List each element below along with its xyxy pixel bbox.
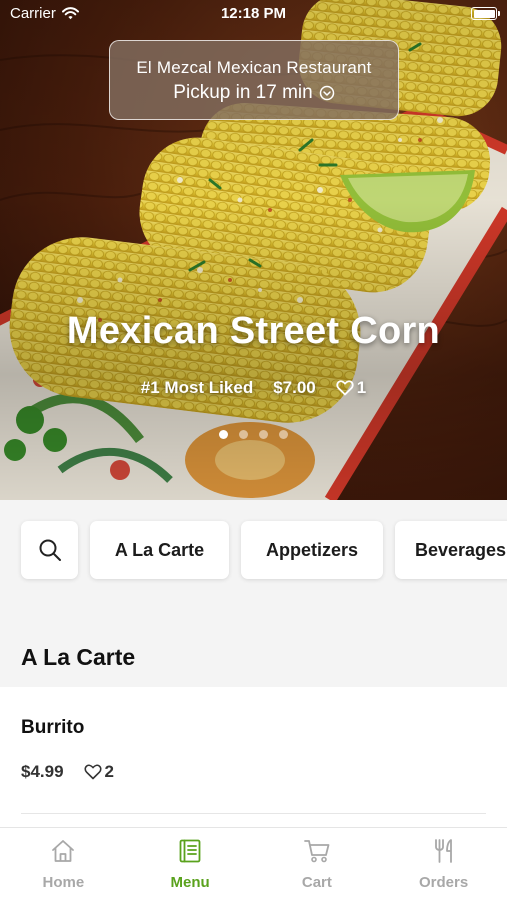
search-button[interactable] bbox=[21, 521, 78, 579]
featured-carousel[interactable]: Carrier 12:18 PM El Mezcal Mexican Resta… bbox=[0, 0, 507, 500]
item-divider bbox=[21, 813, 486, 814]
dish-rank: #1 Most Liked bbox=[140, 378, 254, 397]
tab-orders-label: Orders bbox=[419, 874, 469, 891]
search-icon bbox=[39, 539, 61, 561]
category-beverages[interactable]: Beverages bbox=[395, 521, 507, 579]
heart-icon bbox=[84, 764, 102, 780]
tab-cart[interactable]: Cart bbox=[254, 828, 381, 900]
tab-cart-label: Cart bbox=[301, 874, 332, 891]
pickup-time: Pickup in 17 min bbox=[110, 82, 398, 104]
menu-item-price: $4.99 bbox=[21, 762, 64, 781]
dish-like-count[interactable]: 1 bbox=[336, 378, 366, 398]
carousel-dot[interactable] bbox=[239, 430, 248, 439]
status-bar: Carrier 12:18 PM bbox=[0, 0, 507, 28]
tab-menu[interactable]: Menu bbox=[127, 828, 254, 900]
cart-icon bbox=[303, 840, 330, 863]
menu-item-likes-value: 2 bbox=[104, 762, 115, 781]
fork-knife-icon bbox=[434, 839, 452, 863]
dish-likes-value: 1 bbox=[356, 378, 367, 397]
status-time: 12:18 PM bbox=[220, 5, 287, 22]
menu-item-meta: $4.99 2 bbox=[21, 762, 114, 782]
pickup-selector[interactable]: El Mezcal Mexican Restaurant Pickup in 1… bbox=[109, 40, 399, 120]
category-appetizers[interactable]: Appetizers bbox=[241, 521, 383, 579]
pickup-label: Pickup in 17 min bbox=[173, 82, 313, 103]
carousel-dots[interactable] bbox=[0, 430, 507, 439]
category-bar[interactable]: A La Carte Appetizers Beverages bbox=[0, 500, 507, 610]
section-title: A La Carte bbox=[21, 644, 136, 670]
dish-price: $7.00 bbox=[273, 378, 316, 397]
menu-item[interactable]: Burrito $4.99 2 bbox=[0, 687, 507, 827]
featured-dish-meta: #1 Most Liked $7.00 1 bbox=[0, 378, 507, 398]
featured-dish-name: Mexican Street Corn bbox=[66, 310, 441, 352]
restaurant-name: El Mezcal Mexican Restaurant bbox=[136, 58, 372, 77]
tab-orders[interactable]: Orders bbox=[380, 828, 507, 900]
carousel-dot[interactable] bbox=[259, 430, 268, 439]
menu-item-name: Burrito bbox=[21, 717, 85, 738]
carousel-dot[interactable] bbox=[279, 430, 288, 439]
chevron-down-circle-icon bbox=[319, 85, 334, 101]
heart-icon bbox=[336, 380, 354, 396]
battery-icon bbox=[471, 7, 500, 20]
app-screen: Carrier 12:18 PM El Mezcal Mexican Resta… bbox=[0, 0, 507, 900]
tab-menu-label: Menu bbox=[170, 874, 210, 891]
menu-item-like-count[interactable]: 2 bbox=[84, 762, 114, 782]
tab-home-label: Home bbox=[42, 874, 85, 891]
carousel-dot[interactable] bbox=[219, 430, 228, 439]
menu-book-icon bbox=[179, 839, 201, 863]
category-a-la-carte[interactable]: A La Carte bbox=[90, 521, 229, 579]
home-icon bbox=[52, 840, 75, 862]
tab-home[interactable]: Home bbox=[0, 828, 127, 900]
tab-bar: Home Menu Cart Orders bbox=[0, 827, 507, 900]
